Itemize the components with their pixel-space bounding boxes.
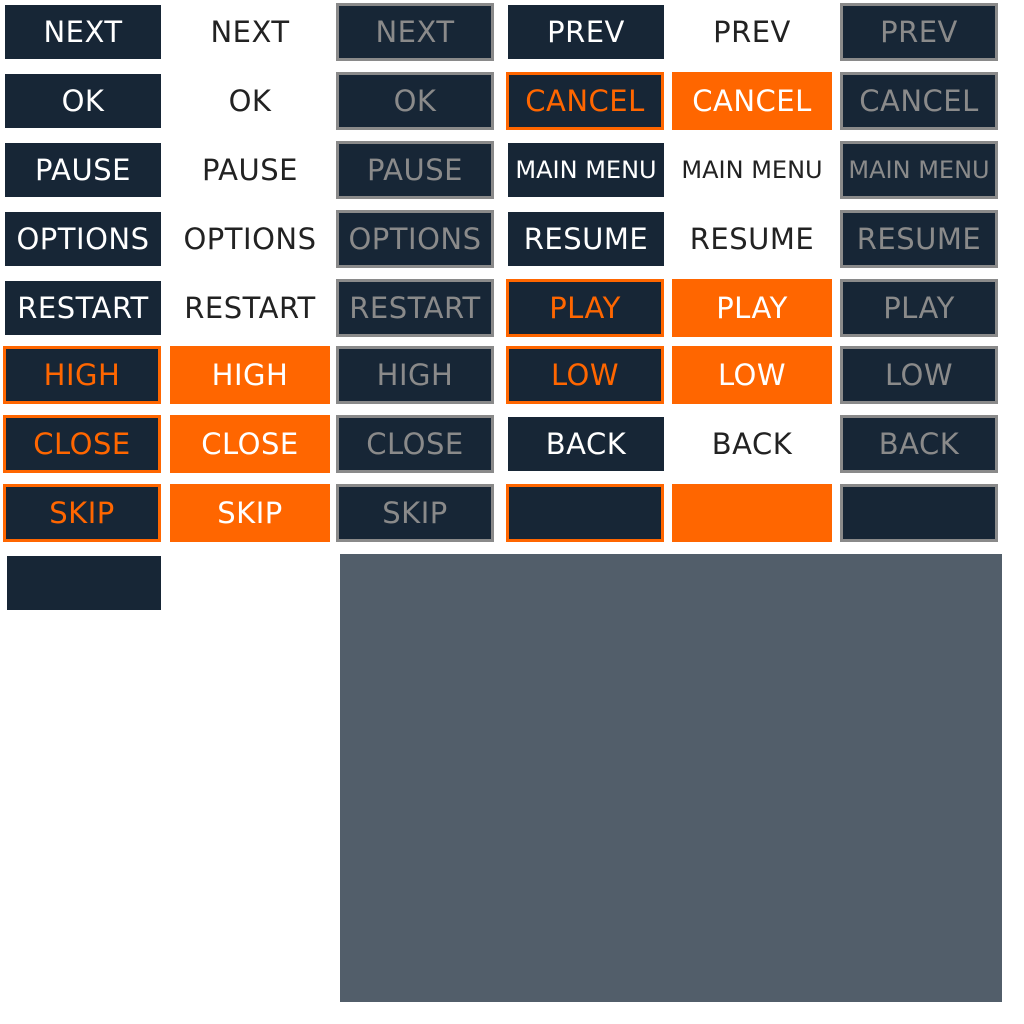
restart-button-dark[interactable]: RESTART <box>5 281 161 335</box>
main-menu-button-dark[interactable]: MAIN MENU <box>508 143 664 197</box>
ok-button-disabled[interactable]: OK <box>336 72 494 130</box>
resume-button-plain[interactable]: RESUME <box>674 212 830 266</box>
button-label: HIGH <box>211 358 289 392</box>
cancel-button-orange[interactable]: CANCEL <box>672 72 832 130</box>
restart-button-plain[interactable]: RESTART <box>172 281 328 335</box>
cancel-button-disabled[interactable]: CANCEL <box>840 72 998 130</box>
blank-button-orange[interactable] <box>672 484 832 542</box>
resume-button-disabled[interactable]: RESUME <box>840 210 998 268</box>
button-label: CLOSE <box>33 427 131 461</box>
options-button-plain[interactable]: OPTIONS <box>172 212 328 266</box>
button-label: RESTART <box>17 291 149 325</box>
button-label: RESUME <box>689 222 815 256</box>
button-label: BACK <box>545 427 627 461</box>
button-label: PLAY <box>716 291 788 325</box>
cancel-button-dark-hl[interactable]: CANCEL <box>506 72 664 130</box>
button-label: OPTIONS <box>16 222 150 256</box>
play-button-orange[interactable]: PLAY <box>672 279 832 337</box>
button-label: SKIP <box>217 496 283 530</box>
button-label: OPTIONS <box>183 222 317 256</box>
blank-button-dark[interactable] <box>7 556 161 610</box>
play-button-dark-hl[interactable]: PLAY <box>506 279 664 337</box>
ok-button-plain[interactable]: OK <box>172 74 328 128</box>
button-label: NEXT <box>43 15 123 49</box>
low-button-dark-hl[interactable]: LOW <box>506 346 664 404</box>
button-label: PAUSE <box>367 153 463 187</box>
button-label: SKIP <box>49 496 115 530</box>
button-label: RESUME <box>523 222 649 256</box>
prev-button-plain[interactable]: PREV <box>674 5 830 59</box>
prev-button-dark[interactable]: PREV <box>508 5 664 59</box>
next-button-plain[interactable]: NEXT <box>172 5 328 59</box>
pause-button-plain[interactable]: PAUSE <box>172 143 328 197</box>
button-label: MAIN MENU <box>681 156 823 184</box>
high-button-orange[interactable]: HIGH <box>170 346 330 404</box>
button-label: OK <box>228 84 272 118</box>
button-label: LOW <box>717 358 787 392</box>
button-label: OK <box>393 84 437 118</box>
close-button-disabled[interactable]: CLOSE <box>336 415 494 473</box>
button-label: PLAY <box>549 291 621 325</box>
button-label: OK <box>61 84 105 118</box>
preview-panel <box>340 554 1002 1002</box>
button-label: CLOSE <box>366 427 464 461</box>
button-label: PREV <box>547 15 625 49</box>
high-button-disabled[interactable]: HIGH <box>336 346 494 404</box>
button-label: PREV <box>880 15 958 49</box>
button-label: RESUME <box>856 222 982 256</box>
button-label: RESTART <box>184 291 316 325</box>
low-button-orange[interactable]: LOW <box>672 346 832 404</box>
button-label: BACK <box>878 427 960 461</box>
resume-button-dark[interactable]: RESUME <box>508 212 664 266</box>
button-label: BACK <box>711 427 793 461</box>
play-button-disabled[interactable]: PLAY <box>840 279 998 337</box>
blank-button-disabled[interactable] <box>840 484 998 542</box>
low-button-disabled[interactable]: LOW <box>840 346 998 404</box>
pause-button-dark[interactable]: PAUSE <box>5 143 161 197</box>
button-label: HIGH <box>43 358 121 392</box>
button-label: NEXT <box>375 15 455 49</box>
main-menu-button-disabled[interactable]: MAIN MENU <box>840 141 998 199</box>
button-label: CANCEL <box>692 84 812 118</box>
skip-button-dark-hl[interactable]: SKIP <box>3 484 161 542</box>
button-label: CANCEL <box>525 84 645 118</box>
main-menu-button-plain[interactable]: MAIN MENU <box>674 143 830 197</box>
pause-button-disabled[interactable]: PAUSE <box>336 141 494 199</box>
restart-button-disabled[interactable]: RESTART <box>336 279 494 337</box>
button-label: MAIN MENU <box>515 156 657 184</box>
back-button-plain[interactable]: BACK <box>674 417 830 471</box>
button-label: CANCEL <box>859 84 979 118</box>
high-button-dark-hl[interactable]: HIGH <box>3 346 161 404</box>
back-button-disabled[interactable]: BACK <box>840 415 998 473</box>
button-label: OPTIONS <box>348 222 482 256</box>
button-sprite-sheet: NEXT NEXT NEXT PREV PREV PREV OK OK OK CANCEL CANC… <box>0 0 1024 1024</box>
button-label: NEXT <box>210 15 290 49</box>
skip-button-disabled[interactable]: SKIP <box>336 484 494 542</box>
prev-button-disabled[interactable]: PREV <box>840 3 998 61</box>
next-button-disabled[interactable]: NEXT <box>336 3 494 61</box>
button-label: LOW <box>884 358 954 392</box>
next-button-dark[interactable]: NEXT <box>5 5 161 59</box>
close-button-orange[interactable]: CLOSE <box>170 415 330 473</box>
back-button-dark[interactable]: BACK <box>508 417 664 471</box>
options-button-disabled[interactable]: OPTIONS <box>336 210 494 268</box>
button-label: SKIP <box>382 496 448 530</box>
close-button-dark-hl[interactable]: CLOSE <box>3 415 161 473</box>
button-label: HIGH <box>376 358 454 392</box>
button-label: LOW <box>550 358 620 392</box>
options-button-dark[interactable]: OPTIONS <box>5 212 161 266</box>
button-label: PAUSE <box>35 153 131 187</box>
button-label: PAUSE <box>202 153 298 187</box>
ok-button-dark[interactable]: OK <box>5 74 161 128</box>
button-label: PLAY <box>883 291 955 325</box>
button-label: RESTART <box>349 291 481 325</box>
skip-button-orange[interactable]: SKIP <box>170 484 330 542</box>
button-label: CLOSE <box>201 427 299 461</box>
button-label: PREV <box>713 15 791 49</box>
blank-button-dark-hl[interactable] <box>506 484 664 542</box>
button-label: MAIN MENU <box>848 156 990 184</box>
